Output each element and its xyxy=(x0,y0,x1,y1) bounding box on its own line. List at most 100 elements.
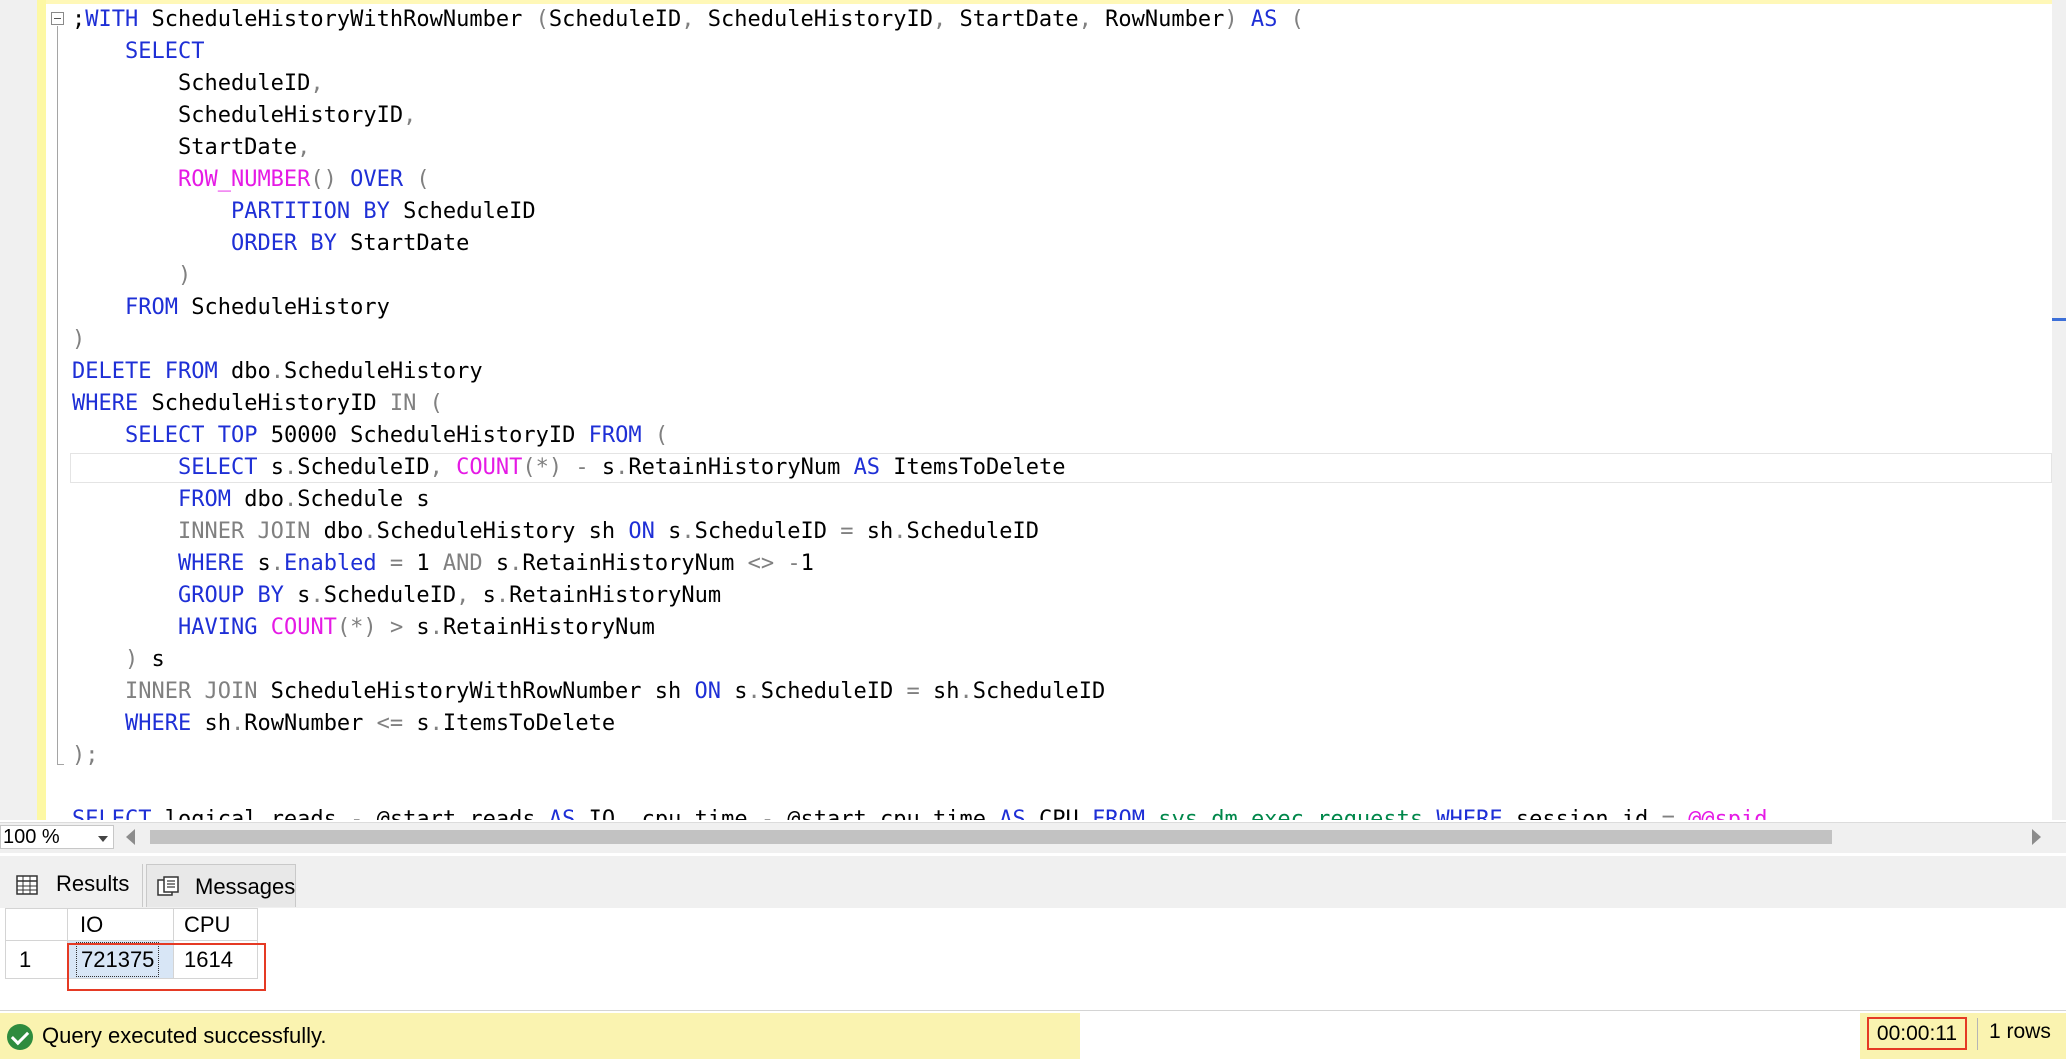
code-token: . xyxy=(363,519,377,544)
code-token: () xyxy=(310,167,337,192)
grid-icon xyxy=(16,875,38,895)
code-line[interactable]: ScheduleHistoryID, xyxy=(72,100,1768,132)
query-editor[interactable]: ;WITH ScheduleHistoryWithRowNumber (Sche… xyxy=(0,0,2066,820)
code-token: . xyxy=(681,519,695,544)
code-token: s xyxy=(138,647,165,672)
tab-results-label: Results xyxy=(56,871,130,896)
code-token: ScheduleHistoryWithRowNumber sh xyxy=(257,679,695,704)
editor-gutter xyxy=(0,0,37,820)
code-token: - xyxy=(787,551,801,576)
code-token: > xyxy=(389,615,404,640)
code-token: dbo xyxy=(230,487,284,512)
editor-vertical-scrollbar[interactable] xyxy=(2052,0,2066,820)
code-line[interactable] xyxy=(72,772,1768,804)
code-token: @start_cpu_time xyxy=(774,807,1000,820)
status-message: Query executed successfully. xyxy=(42,1023,327,1048)
column-header-cpu[interactable]: CPU xyxy=(173,908,258,941)
code-line[interactable]: FROM ScheduleHistory xyxy=(72,292,1768,324)
code-line[interactable]: ScheduleID, xyxy=(72,68,1768,100)
messages-icon xyxy=(157,876,179,896)
code-token: . xyxy=(283,455,298,480)
code-token: ROW_NUMBER xyxy=(177,167,311,192)
code-token: DELETE xyxy=(72,359,152,384)
code-token: WHERE xyxy=(1436,807,1503,820)
code-token: <= xyxy=(376,711,404,736)
code-token: . xyxy=(310,583,324,608)
code-token: RowNumber xyxy=(244,711,377,736)
code-token: s xyxy=(654,519,682,544)
zoom-dropdown[interactable]: 100 % xyxy=(0,825,114,849)
code-token: s xyxy=(403,615,430,640)
code-line[interactable]: ) xyxy=(72,260,1768,292)
code-token: = xyxy=(840,519,854,544)
code-line[interactable]: DELETE FROM dbo.ScheduleHistory xyxy=(72,356,1768,388)
code-token: . xyxy=(230,711,245,736)
horizontal-scrollbar-thumb[interactable] xyxy=(150,830,1832,844)
column-header-io[interactable]: IO xyxy=(67,908,174,941)
code-line[interactable]: HAVING COUNT(*) > s.RetainHistoryNum xyxy=(72,612,1768,644)
code-line[interactable]: ) xyxy=(72,324,1768,356)
tab-messages[interactable]: Messages xyxy=(146,864,296,907)
editor-bottom-bar: 100 % xyxy=(0,822,2066,853)
code-line[interactable]: ROW_NUMBER() OVER ( xyxy=(72,164,1768,196)
code-token: ScheduleID xyxy=(72,71,311,96)
code-line[interactable]: StartDate, xyxy=(72,132,1768,164)
code-line[interactable]: SELECT TOP 50000 ScheduleHistoryID FROM … xyxy=(72,420,1768,452)
code-token: AS xyxy=(548,807,576,820)
code-token: WITH xyxy=(85,7,139,32)
code-line[interactable]: WHERE sh.RowNumber <= s.ItemsToDelete xyxy=(72,708,1768,740)
row-count: 1 rows xyxy=(1989,1020,2051,1043)
code-token: OVER xyxy=(350,167,404,192)
code-line[interactable]: ;WITH ScheduleHistoryWithRowNumber (Sche… xyxy=(72,4,1768,36)
code-line[interactable]: SELECT xyxy=(72,36,1768,68)
code-line[interactable]: WHERE s.Enabled = 1 AND s.RetainHistoryN… xyxy=(72,548,1768,580)
code-token: ItemsToDelete xyxy=(442,711,616,736)
grid-header-row: IO CPU xyxy=(5,908,258,941)
code-token: s xyxy=(482,551,510,576)
code-token: ) xyxy=(72,327,86,352)
checkmark-icon xyxy=(7,1024,33,1050)
code-token: sh xyxy=(919,679,960,704)
code-token: ( xyxy=(654,423,669,448)
sql-code[interactable]: ;WITH ScheduleHistoryWithRowNumber (Sche… xyxy=(72,4,1768,820)
code-token: RowNumber xyxy=(1091,7,1225,32)
code-token: dm_exec_requests xyxy=(1211,807,1424,820)
scroll-right-icon[interactable] xyxy=(2032,829,2041,845)
change-tracking-bar xyxy=(37,0,46,820)
scroll-left-icon[interactable] xyxy=(126,829,135,845)
code-line[interactable]: INNER JOIN dbo.ScheduleHistory sh ON s.S… xyxy=(72,516,1768,548)
code-token: s xyxy=(244,551,271,576)
code-token: ( xyxy=(535,7,549,32)
code-line[interactable]: ); xyxy=(72,740,1768,772)
row-header-corner[interactable] xyxy=(5,908,68,941)
collapse-icon[interactable] xyxy=(51,12,64,25)
code-token: ScheduleID xyxy=(972,679,1106,704)
code-token: ( xyxy=(429,391,443,416)
elapsed-time: 00:00:11 xyxy=(1867,1017,1967,1050)
code-token: . xyxy=(283,487,298,512)
code-line[interactable]: INNER JOIN ScheduleHistoryWithRowNumber … xyxy=(72,676,1768,708)
tab-results[interactable]: Results xyxy=(0,864,143,907)
code-token: RetainHistoryNum xyxy=(628,455,854,480)
code-line[interactable]: ) s xyxy=(72,644,1768,676)
code-line[interactable]: GROUP BY s.ScheduleID, s.RetainHistoryNu… xyxy=(72,580,1768,612)
code-token: TOP xyxy=(217,423,258,448)
code-token: 1 xyxy=(800,551,814,576)
code-line[interactable]: ORDER BY StartDate xyxy=(72,228,1768,260)
code-token: sh xyxy=(853,519,894,544)
code-line[interactable]: SELECT logical_reads - @start_reads AS I… xyxy=(72,804,1768,820)
code-line[interactable]: SELECT s.ScheduleID, COUNT(*) - s.Retain… xyxy=(72,452,1768,484)
row-number[interactable]: 1 xyxy=(5,940,68,979)
code-line[interactable]: FROM dbo.Schedule s xyxy=(72,484,1768,516)
code-token: dbo xyxy=(217,359,271,384)
code-line[interactable]: PARTITION BY ScheduleID xyxy=(72,196,1768,228)
code-line[interactable]: WHERE ScheduleHistoryID IN ( xyxy=(72,388,1768,420)
code-token: , xyxy=(403,103,417,128)
